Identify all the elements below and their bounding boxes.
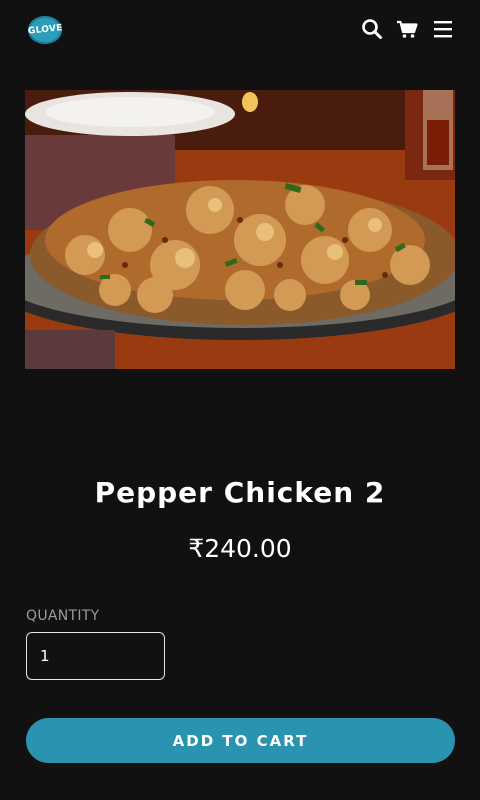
cart-icon[interactable] [396, 18, 418, 40]
product-title: Pepper Chicken 2 [94, 476, 386, 509]
brand-logo[interactable]: GLOVE [27, 16, 63, 44]
quantity-input[interactable] [26, 632, 165, 680]
add-to-cart-button[interactable]: ADD TO CART [26, 718, 455, 763]
logo-text: GLOVE [27, 23, 63, 37]
search-icon[interactable] [361, 18, 383, 40]
quantity-label: QUANTITY [26, 608, 100, 624]
site-header: GLOVE [0, 0, 480, 60]
product-image [25, 90, 455, 369]
product-price: ₹240.00 [188, 534, 292, 563]
menu-icon[interactable] [432, 18, 454, 40]
